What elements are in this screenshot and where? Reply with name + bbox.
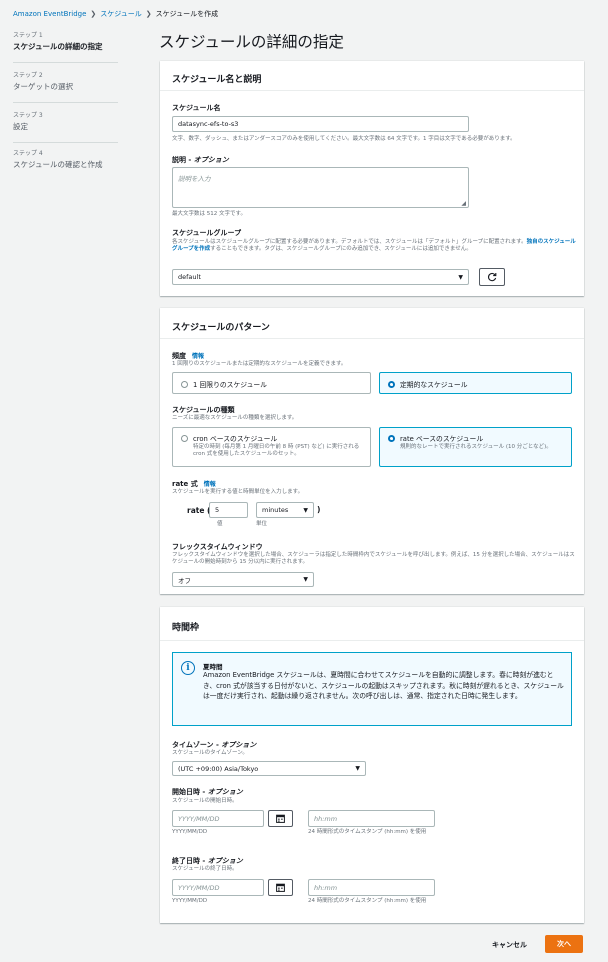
rate-expression-label: rate 式情報: [172, 480, 216, 488]
refresh-icon: [487, 272, 497, 282]
timezone-label: タイムゾーン - オプション: [172, 741, 257, 749]
one-time-schedule-option[interactable]: 1 回限りのスケジュール: [172, 372, 371, 394]
info-circle-icon: i: [181, 661, 195, 675]
start-date-caption: YYYY/MM/DD: [172, 829, 208, 835]
unit-caption: 単位: [256, 521, 268, 527]
description-textarea[interactable]: 説明を入力 ◢: [172, 167, 469, 208]
end-date-input[interactable]: YYYY/MM/DD: [172, 879, 264, 896]
end-datetime-desc: スケジュールの終了日時。: [172, 866, 238, 872]
recurring-schedule-option[interactable]: 定期的なスケジュール: [379, 372, 572, 394]
cron-schedule-option[interactable]: cron ベースのスケジュール 特定の時刻 (毎月第 1 月曜日の午前 8 時 …: [172, 427, 371, 467]
chevron-right-icon: ❯: [145, 10, 152, 18]
wizard-step-4[interactable]: ステップ 4 スケジュールの確認と作成: [13, 148, 118, 170]
schedule-group-label: スケジュールグループ: [172, 229, 242, 237]
wizard-step-3[interactable]: ステップ 3 設定: [13, 110, 118, 143]
panel-heading: 時間枠: [160, 607, 584, 641]
description-label: 説明 - オプション: [172, 156, 229, 164]
end-time-caption: 24 時間形式のタイムスタンプ (hh:mm) を使用: [308, 898, 427, 904]
flex-window-desc: フレックスタイムウィンドウを選択した場合、スケジューラは指定した時間枠内でスケジ…: [172, 552, 575, 566]
rate-close-paren: ): [317, 505, 321, 514]
resize-handle-icon[interactable]: ◢: [461, 200, 466, 207]
start-calendar-button[interactable]: [268, 810, 293, 827]
caret-down-icon: ▼: [303, 506, 308, 514]
end-datetime-label: 終了日時 - オプション: [172, 857, 243, 865]
rate-unit-select[interactable]: minutes ▼: [256, 502, 314, 518]
end-calendar-button[interactable]: [268, 879, 293, 896]
start-date-input[interactable]: YYYY/MM/DD: [172, 810, 264, 827]
frequency-label: 頻度 情報: [172, 352, 205, 360]
page-title: スケジュールの詳細の指定: [159, 33, 344, 51]
radio-icon: [181, 435, 188, 442]
schedule-name-hint: 文字、数字、ダッシュ、またはアンダースコアのみを使用してください。最大文字数は …: [172, 136, 516, 142]
rate-open-paren: rate (: [187, 506, 211, 515]
name-description-panel: スケジュール名と説明 スケジュール名 datasync-efs-to-s3 文字…: [160, 61, 584, 296]
schedule-group-desc: 各スケジュールはスケジュールグループに配置する必要があります。デフォルトでは、ス…: [172, 239, 576, 253]
schedule-type-desc: ニーズに最適なスケジュールの種類を選択します。: [172, 415, 298, 421]
schedule-name-label: スケジュール名: [172, 104, 221, 112]
end-time-input[interactable]: hh:mm: [308, 879, 435, 896]
alert-body: Amazon EventBridge スケジュールは、夏時間に合わせてスケジュー…: [203, 671, 564, 701]
schedule-group-select[interactable]: default ▼: [172, 269, 469, 285]
wizard-step-1[interactable]: ステップ 1 スケジュールの詳細の指定: [13, 30, 118, 63]
radio-icon: [181, 381, 188, 388]
schedule-pattern-panel: スケジュールのパターン 頻度 情報 1 回限りのスケジュールまたは定期的なスケジュ…: [160, 308, 584, 594]
breadcrumb: Amazon EventBridge ❯ スケジュール ❯ スケジュールを作成: [13, 9, 218, 19]
caret-down-icon: ▼: [458, 273, 463, 281]
cancel-button[interactable]: キャンセル: [492, 940, 527, 950]
timezone-select[interactable]: (UTC +09:00) Asia/Tokyo ▼: [172, 761, 366, 776]
flex-window-label: フレックスタイムウィンドウ: [172, 543, 263, 551]
radio-selected-icon: [388, 381, 395, 388]
start-time-caption: 24 時間形式のタイムスタンプ (hh:mm) を使用: [308, 829, 427, 835]
flex-window-select[interactable]: オフ ▼: [172, 572, 314, 587]
refresh-button[interactable]: [479, 268, 505, 286]
chevron-right-icon: ❯: [90, 10, 97, 18]
schedule-name-input[interactable]: datasync-efs-to-s3: [172, 116, 469, 132]
next-button[interactable]: 次へ: [545, 935, 583, 953]
panel-heading: スケジュール名と説明: [160, 61, 584, 91]
schedule-type-label: スケジュールの種類: [172, 406, 235, 414]
start-datetime-desc: スケジュールの開始日時。: [172, 798, 238, 804]
dst-info-alert: i 夏時間 Amazon EventBridge スケジュールは、夏時間に合わせ…: [172, 652, 572, 726]
calendar-icon: [276, 883, 285, 892]
start-time-input[interactable]: hh:mm: [308, 810, 435, 827]
rate-value-input[interactable]: 5: [209, 502, 248, 518]
rate-schedule-option[interactable]: rate ベースのスケジュール 規則的なレートで実行されるスケジュール (10 …: [379, 427, 572, 467]
frequency-info-link[interactable]: 情報: [192, 353, 204, 360]
panel-heading: スケジュールのパターン: [160, 308, 584, 339]
start-datetime-label: 開始日時 - オプション: [172, 788, 243, 796]
rate-info-link[interactable]: 情報: [204, 481, 216, 488]
timezone-desc: スケジュールのタイムゾーン。: [172, 750, 248, 756]
description-hint: 最大文字数は 512 文字です。: [172, 211, 246, 217]
breadcrumb-schedules[interactable]: スケジュール: [100, 9, 142, 19]
caret-down-icon: ▼: [303, 576, 308, 583]
calendar-icon: [276, 814, 285, 823]
rate-expression-desc: スケジュールを実行する値と時間単位を入力します。: [172, 489, 304, 495]
radio-selected-icon: [388, 435, 395, 442]
frequency-desc: 1 回限りのスケジュールまたは定期的なスケジュールを定義できます。: [172, 361, 347, 367]
value-caption: 値: [217, 521, 223, 527]
wizard-step-2[interactable]: ステップ 2 ターゲットの選択: [13, 70, 118, 103]
time-frame-panel: 時間枠 i 夏時間 Amazon EventBridge スケジュールは、夏時間…: [160, 607, 584, 923]
caret-down-icon: ▼: [355, 765, 360, 772]
breadcrumb-current: スケジュールを作成: [155, 10, 219, 18]
breadcrumb-eventbridge[interactable]: Amazon EventBridge: [13, 10, 86, 18]
end-date-caption: YYYY/MM/DD: [172, 898, 208, 904]
